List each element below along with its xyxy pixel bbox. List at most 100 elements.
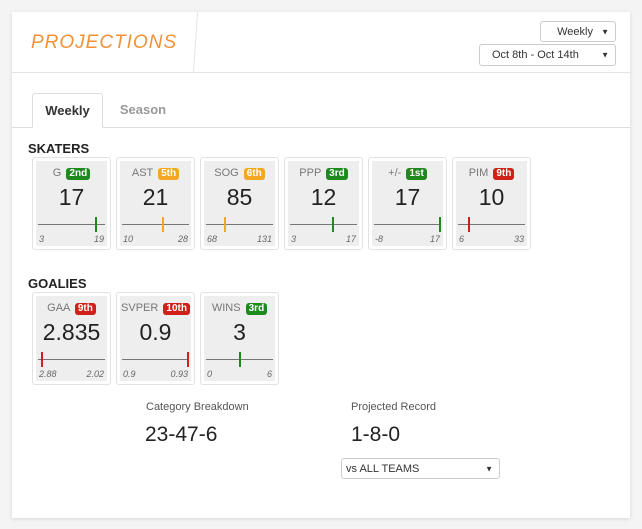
range-max: 33 <box>513 234 524 244</box>
range-track <box>374 224 441 225</box>
range-max: 131 <box>256 234 272 244</box>
stat-card-body: +/- 1st 17 -8 17 <box>372 161 443 246</box>
range-min: 2.88 <box>39 369 57 379</box>
date-range-select[interactable]: Oct 8th - Oct 14th ▼ <box>479 44 616 66</box>
stat-card-body: PIM 9th 10 6 33 <box>456 161 527 246</box>
stat-card: GAA 9th 2.835 2.88 2.02 <box>32 292 111 385</box>
stat-header: PIM 9th <box>456 167 527 180</box>
stat-card: SOG 6th 85 68 131 <box>200 157 279 250</box>
stat-card: WINS 3rd 3 0 6 <box>200 292 279 385</box>
range-marker <box>468 217 470 232</box>
range-max: 6 <box>266 369 272 379</box>
range-min: 3 <box>39 234 45 244</box>
stat-header: SVPER 10th <box>120 302 191 315</box>
range-min: 0 <box>207 369 213 379</box>
stat-name: GAA <box>47 302 70 314</box>
stat-value: 21 <box>142 184 169 210</box>
date-range-select-value: Oct 8th - Oct 14th <box>492 49 579 61</box>
stat-card-body: AST 5th 21 10 28 <box>120 161 191 246</box>
range-track <box>206 224 273 225</box>
range-track <box>122 359 189 360</box>
projected-record-label: Projected Record <box>351 401 436 413</box>
stat-header: WINS 3rd <box>204 302 275 315</box>
range-marker <box>41 352 43 367</box>
rank-badge: 5th <box>158 168 180 180</box>
rank-badge: 3rd <box>245 303 268 315</box>
stat-card-body: SVPER 10th 0.9 0.9 0.93 <box>120 296 191 381</box>
rank-badge: 1st <box>406 168 427 180</box>
range-max: 17 <box>429 234 440 244</box>
stat-card: PIM 9th 10 6 33 <box>452 157 531 250</box>
range-track <box>122 224 189 225</box>
chevron-down-icon: ▼ <box>601 27 609 36</box>
stat-header: PPP 3rd <box>288 167 359 180</box>
stat-value: 12 <box>310 184 337 210</box>
stat-card: PPP 3rd 12 3 17 <box>284 157 363 250</box>
stat-value: 10 <box>478 184 505 210</box>
rank-badge: 9th <box>493 168 515 180</box>
range-marker <box>187 352 189 367</box>
range-marker <box>162 217 164 232</box>
stat-header: GAA 9th <box>36 302 107 315</box>
range-max: 19 <box>93 234 104 244</box>
stat-name: G <box>52 167 62 179</box>
stat-card-body: PPP 3rd 12 3 17 <box>288 161 359 246</box>
tab-season[interactable]: Season <box>108 93 178 127</box>
rank-badge: 2nd <box>66 168 91 180</box>
stat-card-body: G 2nd 17 3 19 <box>36 161 107 246</box>
opponent-select[interactable]: vs ALL TEAMS ▼ <box>341 458 500 479</box>
chevron-down-icon: ▼ <box>601 50 609 60</box>
category-breakdown-label: Category Breakdown <box>146 401 249 413</box>
tab-weekly[interactable]: Weekly <box>32 93 103 128</box>
chevron-down-icon: ▼ <box>485 464 493 473</box>
stat-name: SOG <box>214 167 239 179</box>
projections-panel: PROJECTIONS Weekly ▼ Oct 8th - Oct 14th … <box>12 12 630 518</box>
range-min: 10 <box>123 234 134 244</box>
stat-value: 17 <box>394 184 421 210</box>
stat-card: SVPER 10th 0.9 0.9 0.93 <box>116 292 195 385</box>
period-select-value: Weekly <box>557 25 593 38</box>
stat-card: AST 5th 21 10 28 <box>116 157 195 250</box>
range-max: 0.93 <box>170 369 188 379</box>
stat-value: 85 <box>226 184 253 210</box>
stat-value: 3 <box>233 319 246 345</box>
range-min: 6 <box>459 234 465 244</box>
stat-name: +/- <box>388 167 402 179</box>
rank-badge: 6th <box>243 168 265 180</box>
stat-value: 0.9 <box>139 319 172 345</box>
skaters-heading: SKATERS <box>28 141 90 156</box>
stat-name: WINS <box>211 302 241 314</box>
range-marker <box>332 217 334 232</box>
stat-card: +/- 1st 17 -8 17 <box>368 157 447 250</box>
stat-header: G 2nd <box>36 167 107 180</box>
page-title: PROJECTIONS <box>31 32 178 53</box>
panel-header: PROJECTIONS Weekly ▼ Oct 8th - Oct 14th … <box>12 12 630 73</box>
range-marker <box>95 217 97 232</box>
projected-record-value: 1-8-0 <box>351 423 401 446</box>
range-track <box>38 359 105 360</box>
period-select[interactable]: Weekly ▼ <box>540 21 616 42</box>
goalies-heading: GOALIES <box>28 276 87 291</box>
range-min: -8 <box>375 234 384 244</box>
rank-badge: 10th <box>163 303 190 315</box>
stat-header: SOG 6th <box>204 167 275 180</box>
stat-value: 17 <box>58 184 85 210</box>
stat-name: AST <box>131 167 154 179</box>
range-marker <box>224 217 226 232</box>
range-min: 3 <box>291 234 297 244</box>
stat-name: SVPER <box>121 302 159 314</box>
range-min: 0.9 <box>123 369 136 379</box>
range-max: 17 <box>345 234 356 244</box>
stat-header: +/- 1st <box>372 167 443 180</box>
title-divider <box>192 12 199 72</box>
stat-name: PPP <box>299 167 322 179</box>
rank-badge: 9th <box>74 303 96 315</box>
category-breakdown-value: 23-47-6 <box>145 423 218 446</box>
opponent-select-value: vs ALL TEAMS <box>346 462 420 475</box>
stat-card: G 2nd 17 3 19 <box>32 157 111 250</box>
stat-card-body: SOG 6th 85 68 131 <box>204 161 275 246</box>
range-marker <box>239 352 241 367</box>
stat-header: AST 5th <box>120 167 191 180</box>
stat-value: 2.835 <box>42 319 101 345</box>
range-track <box>290 224 357 225</box>
